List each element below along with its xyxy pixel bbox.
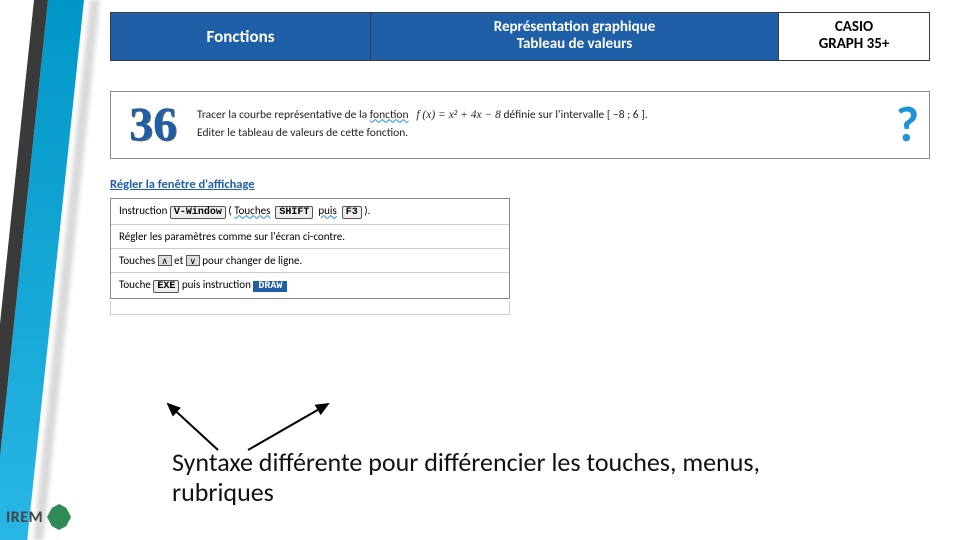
header-col3-l2: GRAPH 35+	[819, 35, 890, 53]
r4-b: puis instruction	[182, 278, 254, 291]
document-screenshot: Fonctions Représentation graphique Table…	[110, 12, 930, 412]
arrow-left-icon	[168, 404, 218, 450]
ptxt-formula: f (x) = x² + 4x − 8	[416, 109, 501, 121]
header-col2-l1: Représentation graphique	[494, 18, 656, 36]
doc-header: Fonctions Représentation graphique Table…	[110, 12, 930, 61]
ptxt-c: définie sur l'intervalle	[503, 108, 606, 122]
r1-puis: puis	[318, 204, 336, 217]
irem-text: IREM	[6, 508, 43, 527]
ptxt-fonction: fonction	[370, 108, 409, 122]
header-col2-l2: Tableau de valeurs	[517, 35, 633, 53]
key-exe: EXE	[153, 280, 179, 293]
key-shift: SHIFT	[275, 206, 313, 219]
problem-text: Tracer la courbe représentative de la fo…	[197, 107, 884, 143]
problem-number: 36	[121, 97, 185, 152]
r1-touches: Touches	[234, 204, 270, 217]
r1-c: ).	[364, 204, 370, 217]
key-f3: F3	[342, 206, 362, 219]
header-col-fonctions: Fonctions	[111, 13, 371, 60]
key-vwindow: V-Window	[170, 206, 226, 219]
key-up-icon: ∧	[158, 255, 172, 266]
key-draw: DRAW	[253, 281, 287, 292]
section-title: Régler la fenêtre d'affichage	[110, 177, 930, 192]
r3-et: et	[174, 254, 186, 267]
ptxt-interval: [ −8 ; 6 ]	[607, 108, 645, 122]
header-col-casio: CASIO GRAPH 35+	[779, 13, 929, 60]
key-down-icon: ∨	[186, 255, 200, 266]
r4-a: Touche	[119, 278, 153, 291]
instr-row-3: Touches ∧ et ∨ pour changer de ligne.	[111, 248, 509, 272]
irem-map-icon	[47, 504, 71, 530]
instr-row-1: Instruction V-Window ( Touches SHIFT pui…	[111, 199, 509, 224]
instruction-table: Instruction V-Window ( Touches SHIFT pui…	[110, 198, 510, 299]
instr-empty-row	[110, 301, 510, 315]
r3-b: pour changer de ligne.	[202, 254, 302, 267]
instr-row-4: Touche EXE puis instruction DRAW	[111, 272, 509, 298]
r3-a: Touches	[119, 254, 158, 267]
problem-box: 36 Tracer la courbe représentative de la…	[110, 91, 930, 159]
header-col-representation: Représentation graphique Tableau de vale…	[371, 13, 779, 60]
ptxt-a: Tracer la courbe représentative de la	[197, 108, 370, 122]
irem-logo: IREM	[6, 504, 71, 530]
header-col3-l1: CASIO	[835, 18, 873, 36]
arrow-right-icon	[248, 404, 328, 450]
slide-root: Fonctions Représentation graphique Table…	[0, 0, 960, 540]
question-mark-icon: ?	[896, 94, 919, 155]
instr-row-2: Régler les paramètres comme sur l'écran …	[111, 224, 509, 248]
r1-a: Instruction	[119, 204, 170, 217]
annotation-caption: Syntaxe différente pour différencier les…	[172, 448, 852, 508]
ptxt-line2: Editer le tableau de valeurs de cette fo…	[197, 126, 408, 140]
